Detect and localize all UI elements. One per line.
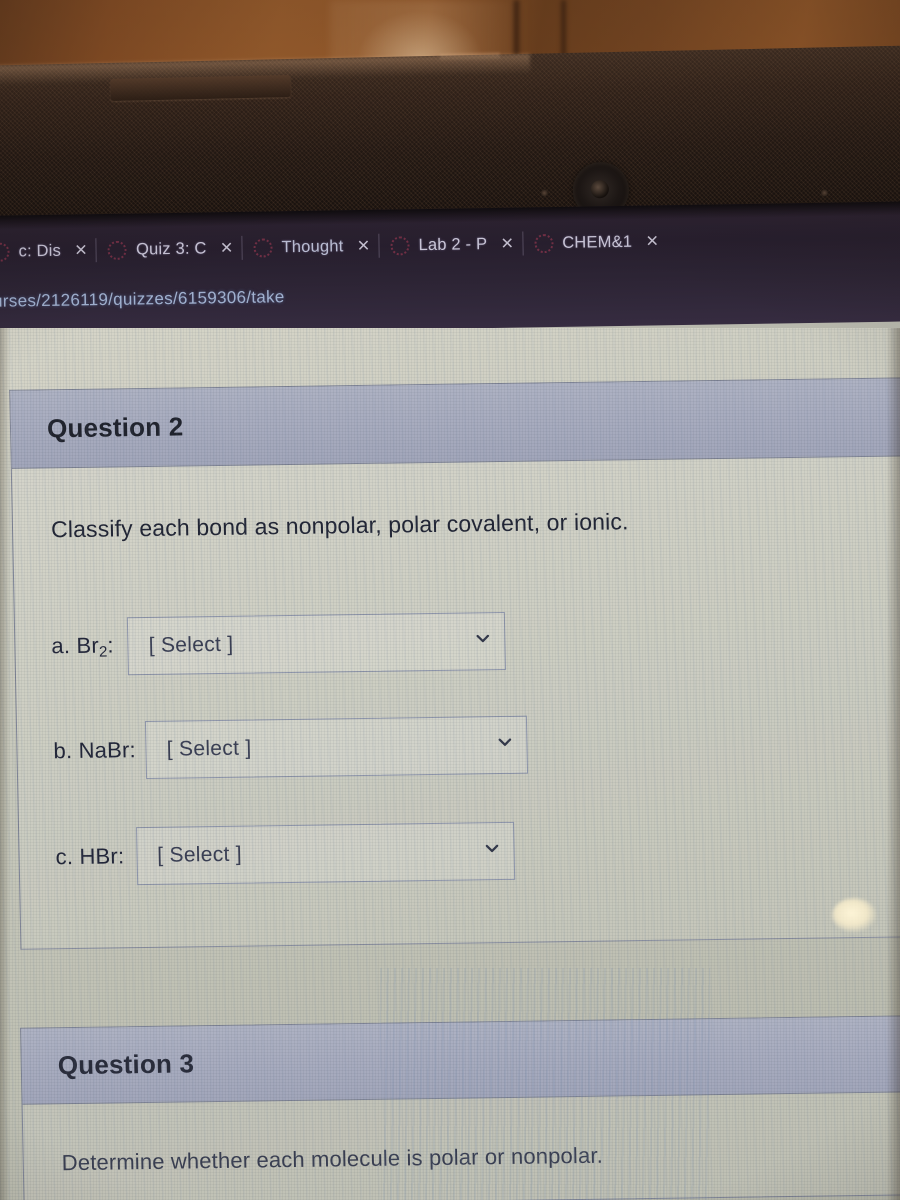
answer-label-c-colon: : bbox=[117, 843, 125, 869]
question-3-container: Question 3 Determine whether each molecu… bbox=[20, 1015, 900, 1200]
tab-title: c: Dis bbox=[18, 241, 62, 260]
close-icon[interactable]: ✕ bbox=[70, 240, 92, 260]
tab-title: CHEM&1 bbox=[562, 232, 633, 252]
bezel-speaker-slot bbox=[110, 75, 291, 101]
question-2-prompt: Classify each bond as nonpolar, polar co… bbox=[50, 508, 629, 543]
chevron-down-icon bbox=[476, 631, 491, 646]
laptop-screen-photo: c: Dis ✕ Quiz 3: C ✕ Thought ✕ Lab 2 - P… bbox=[0, 0, 900, 1200]
loading-spinner-icon bbox=[0, 242, 10, 262]
close-icon[interactable]: ✕ bbox=[496, 234, 518, 254]
answer-label-a-subscript: 2 bbox=[98, 643, 108, 661]
quiz-page-content: Question 2 Classify each bond as nonpola… bbox=[0, 328, 900, 1200]
select-dropdown-b-value: [ Select ] bbox=[166, 736, 252, 761]
url-text: ourses/2126119/quizzes/6159306/take bbox=[0, 287, 285, 311]
browser-tab-2[interactable]: Thought ✕ bbox=[243, 226, 381, 268]
tab-title: Thought bbox=[281, 236, 344, 256]
close-icon[interactable]: ✕ bbox=[641, 231, 663, 251]
screen-glare-reflection bbox=[832, 898, 876, 932]
browser-tab-1[interactable]: Quiz 3: C ✕ bbox=[98, 228, 244, 270]
chevron-down-icon bbox=[484, 841, 499, 856]
answer-row-c: c. HBr: [ Select ] bbox=[55, 821, 515, 886]
loading-spinner-icon bbox=[390, 235, 410, 256]
select-dropdown-b[interactable]: [ Select ] bbox=[145, 715, 529, 779]
close-icon[interactable]: ✕ bbox=[352, 236, 374, 256]
answer-label-b-colon: : bbox=[129, 737, 137, 763]
answer-label-c: c. HBr: bbox=[55, 843, 124, 870]
question-3-body: Determine whether each molecule is polar… bbox=[23, 1094, 900, 1177]
browser-chrome: c: Dis ✕ Quiz 3: C ✕ Thought ✕ Lab 2 - P… bbox=[0, 201, 900, 336]
answer-row-a: a. Br2: [ Select ] bbox=[51, 611, 507, 676]
bezel-notch bbox=[439, 52, 501, 62]
chevron-down-icon bbox=[498, 735, 513, 750]
browser-tab-3[interactable]: Lab 2 - P ✕ bbox=[380, 223, 524, 265]
loading-spinner-icon bbox=[534, 233, 554, 253]
answer-label-c-text: c. HBr bbox=[55, 843, 119, 870]
answer-row-b: b. NaBr: [ Select ] bbox=[53, 715, 529, 781]
question-2-body: Classify each bond as nonpolar, polar co… bbox=[12, 456, 900, 544]
browser-tab-4[interactable]: CHEM&1 ✕ bbox=[524, 221, 670, 263]
close-icon[interactable]: ✕ bbox=[215, 238, 237, 258]
tab-title: Lab 2 - P bbox=[418, 234, 488, 254]
loading-spinner-icon bbox=[253, 237, 273, 258]
answer-label-a: a. Br2: bbox=[51, 632, 114, 661]
tab-title: Quiz 3: C bbox=[135, 238, 207, 259]
browser-tab-0[interactable]: c: Dis ✕ bbox=[0, 230, 98, 272]
question-3-prompt: Determine whether each molecule is polar… bbox=[61, 1142, 604, 1176]
loading-spinner-icon bbox=[107, 240, 128, 260]
answer-label-a-text: a. Br bbox=[51, 632, 100, 659]
question-3-title: Question 3 bbox=[57, 1048, 195, 1081]
select-dropdown-c-value: [ Select ] bbox=[157, 842, 243, 867]
answer-label-b-text: b. NaBr bbox=[53, 737, 130, 764]
question-3-header: Question 3 bbox=[21, 1016, 900, 1105]
answer-label-b: b. NaBr: bbox=[53, 737, 136, 764]
question-2-header: Question 2 bbox=[10, 378, 900, 469]
question-2-title: Question 2 bbox=[46, 411, 184, 444]
webcam-lens bbox=[590, 180, 610, 199]
select-dropdown-a-value: [ Select ] bbox=[148, 632, 234, 657]
select-dropdown-a[interactable]: [ Select ] bbox=[127, 611, 507, 676]
select-dropdown-c[interactable]: [ Select ] bbox=[135, 821, 515, 886]
answer-label-a-colon: : bbox=[107, 632, 114, 658]
question-2-container: Question 2 Classify each bond as nonpola… bbox=[9, 377, 900, 1036]
